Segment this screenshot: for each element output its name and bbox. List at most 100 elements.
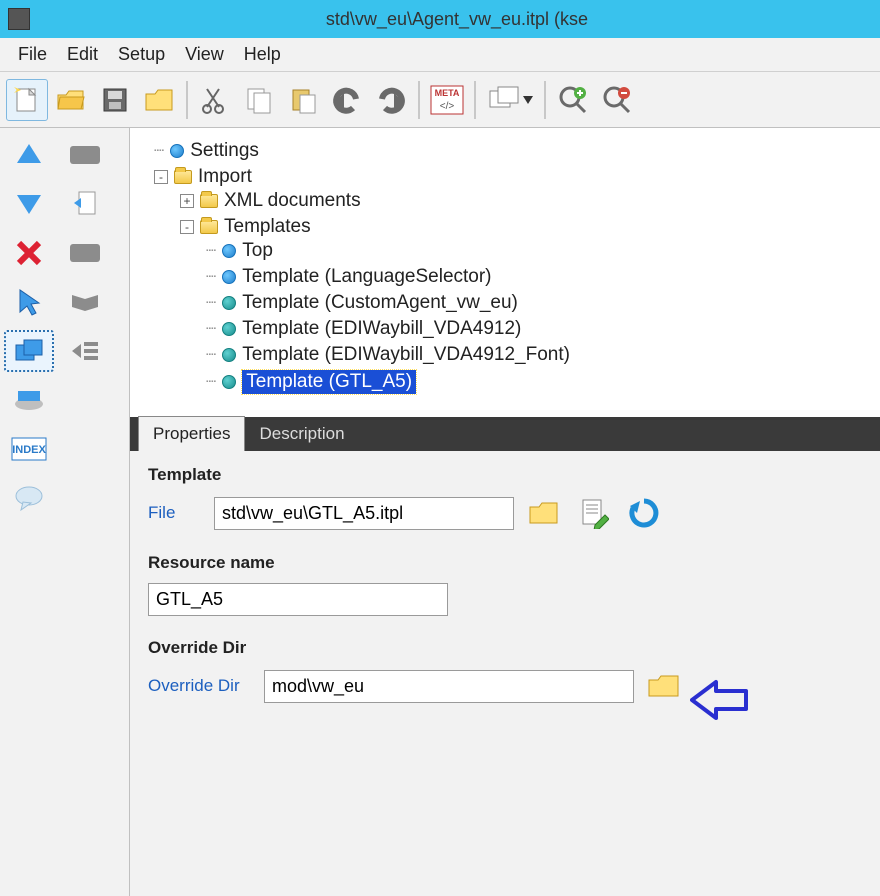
- menu-help[interactable]: Help: [234, 40, 291, 69]
- svg-text:INDEX: INDEX: [12, 444, 46, 456]
- side-slot-2[interactable]: [60, 232, 110, 274]
- node-icon: [222, 270, 236, 284]
- toolbar-separator: [418, 81, 420, 119]
- node-icon: [170, 144, 184, 158]
- node-icon: [222, 375, 236, 389]
- zoom-in-icon: [557, 84, 589, 116]
- tree-item[interactable]: Template (EDIWaybill_VDA4912_Font): [242, 344, 570, 366]
- tree-item[interactable]: Template (CustomAgent_vw_eu): [242, 292, 518, 314]
- redo-icon: [374, 85, 408, 115]
- book-icon: [69, 290, 101, 314]
- file-input[interactable]: [214, 497, 514, 530]
- tab-properties[interactable]: Properties: [138, 416, 245, 451]
- toolbar-separator: [474, 81, 476, 119]
- paste-icon: [288, 85, 318, 115]
- windows-dropdown-button[interactable]: [482, 79, 538, 121]
- folder-icon: [200, 194, 218, 208]
- zoom-in-button[interactable]: [552, 79, 594, 121]
- template-heading: Template: [148, 465, 862, 485]
- tree-node-settings[interactable]: Settings: [190, 140, 259, 162]
- move-up-button[interactable]: [4, 134, 54, 176]
- side-doc-button[interactable]: [60, 183, 110, 225]
- properties-panel: Template File Resource name Override Dir…: [130, 451, 880, 896]
- speech-bubble-icon: [13, 484, 45, 512]
- edit-file-button[interactable]: [574, 495, 614, 531]
- tree-node-xmldocs[interactable]: XML documents: [224, 190, 361, 212]
- folder-icon: [143, 85, 175, 115]
- delete-button[interactable]: [4, 232, 54, 274]
- menu-view[interactable]: View: [175, 40, 234, 69]
- copy-icon: [244, 85, 274, 115]
- pointer-button[interactable]: [4, 281, 54, 323]
- resource-heading: Resource name: [148, 553, 862, 573]
- tree-item-selected[interactable]: Template (GTL_A5): [242, 370, 416, 394]
- open-folder-button[interactable]: [50, 79, 92, 121]
- tree-item[interactable]: Template (LanguageSelector): [242, 266, 491, 288]
- up-arrow-icon: [14, 141, 44, 169]
- meta-button[interactable]: META</>: [426, 79, 468, 121]
- tree-item[interactable]: Top: [242, 240, 273, 262]
- menu-edit[interactable]: Edit: [57, 40, 108, 69]
- browse-file-button[interactable]: [524, 495, 564, 531]
- collapse-toggle[interactable]: -: [154, 170, 168, 184]
- tab-strip: Properties Description: [130, 417, 880, 451]
- redo-button[interactable]: [370, 79, 412, 121]
- down-arrow-icon: [14, 190, 44, 218]
- folder-button[interactable]: [138, 79, 180, 121]
- move-down-button[interactable]: [4, 183, 54, 225]
- menubar: File Edit Setup View Help: [0, 38, 880, 72]
- tree-view[interactable]: ┈Settings -Import +XML documents -Templa…: [130, 128, 880, 417]
- node-icon: [222, 296, 236, 310]
- resource-name-input[interactable]: [148, 583, 448, 616]
- node-icon: [222, 348, 236, 362]
- save-icon: [100, 85, 130, 115]
- copy-button[interactable]: [238, 79, 280, 121]
- folder-icon: [200, 220, 218, 234]
- book-button[interactable]: [60, 281, 110, 323]
- scanner-button[interactable]: [4, 379, 54, 421]
- tree-item[interactable]: Template (EDIWaybill_VDA4912): [242, 318, 521, 340]
- cut-button[interactable]: [194, 79, 236, 121]
- paste-button[interactable]: [282, 79, 324, 121]
- meta-icon: META</>: [429, 84, 465, 116]
- cursor-icon: [15, 287, 43, 317]
- node-icon: [222, 322, 236, 336]
- block-icon: [68, 240, 102, 266]
- refresh-file-button[interactable]: [624, 495, 664, 531]
- toolbar-separator: [186, 81, 188, 119]
- overlap-windows-button[interactable]: [4, 330, 54, 372]
- save-button[interactable]: [94, 79, 136, 121]
- main-toolbar: META</>: [0, 72, 880, 128]
- app-icon: [8, 8, 30, 30]
- expand-toggle[interactable]: +: [180, 194, 194, 208]
- overlap-icon: [13, 337, 45, 365]
- tree-node-templates[interactable]: Templates: [224, 216, 311, 238]
- refresh-icon: [627, 497, 661, 529]
- folder-icon: [527, 498, 561, 528]
- indent-left-button[interactable]: [60, 330, 110, 372]
- windows-icon: [487, 84, 533, 116]
- zoom-out-button[interactable]: [596, 79, 638, 121]
- folder-icon: [646, 671, 682, 701]
- tree-node-import[interactable]: Import: [198, 166, 252, 188]
- annotation-arrow-icon: [690, 676, 750, 724]
- browse-override-button[interactable]: [644, 668, 684, 704]
- menu-file[interactable]: File: [8, 40, 57, 69]
- index-icon: INDEX: [10, 436, 48, 462]
- x-icon: [14, 238, 44, 268]
- override-heading: Override Dir: [148, 638, 862, 658]
- menu-setup[interactable]: Setup: [108, 40, 175, 69]
- override-dir-input[interactable]: [264, 670, 634, 703]
- side-slot-1[interactable]: [60, 134, 110, 176]
- doc-arrow-icon: [71, 189, 99, 219]
- undo-button[interactable]: [326, 79, 368, 121]
- zoom-out-icon: [601, 84, 633, 116]
- index-button[interactable]: INDEX: [4, 428, 54, 470]
- tab-description[interactable]: Description: [245, 417, 358, 451]
- block-icon: [68, 142, 102, 168]
- undo-icon: [330, 85, 364, 115]
- collapse-toggle[interactable]: -: [180, 220, 194, 234]
- comment-button[interactable]: [4, 477, 54, 519]
- new-file-button[interactable]: [6, 79, 48, 121]
- svg-text:META: META: [435, 88, 460, 98]
